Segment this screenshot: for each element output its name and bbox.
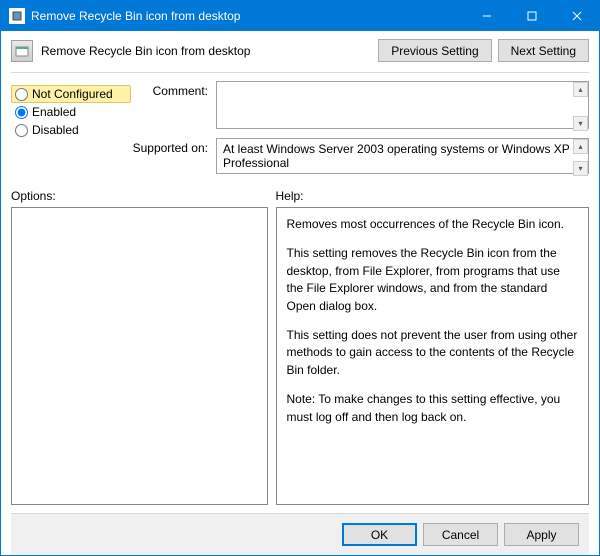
minimize-button[interactable] xyxy=(464,1,509,31)
help-paragraph: Removes most occurrences of the Recycle … xyxy=(287,216,579,233)
help-label: Help: xyxy=(276,189,590,203)
comment-textarea[interactable] xyxy=(216,81,589,129)
comment-label: Comment: xyxy=(131,81,216,98)
ok-button[interactable]: OK xyxy=(342,523,417,546)
policy-title: Remove Recycle Bin icon from desktop xyxy=(41,44,370,58)
cancel-button[interactable]: Cancel xyxy=(423,523,498,546)
previous-setting-button[interactable]: Previous Setting xyxy=(378,39,491,62)
dialog-body: Remove Recycle Bin icon from desktop Pre… xyxy=(1,31,599,555)
maximize-button[interactable] xyxy=(509,1,554,31)
supported-on-label: Supported on: xyxy=(131,138,216,155)
help-paragraph: This setting removes the Recycle Bin ico… xyxy=(287,245,579,315)
policy-icon xyxy=(11,40,33,62)
state-radio-group: Not Configured Enabled Disabled xyxy=(11,81,131,139)
scroll-up-icon[interactable]: ▴ xyxy=(573,82,588,97)
radio-disabled[interactable]: Disabled xyxy=(11,121,131,139)
app-icon xyxy=(9,8,25,24)
options-pane xyxy=(11,207,268,505)
radio-disabled-input[interactable] xyxy=(15,124,28,137)
radio-not-configured[interactable]: Not Configured xyxy=(11,85,131,103)
help-paragraph: This setting does not prevent the user f… xyxy=(287,327,579,379)
window-title: Remove Recycle Bin icon from desktop xyxy=(31,9,464,23)
close-button[interactable] xyxy=(554,1,599,31)
supported-on-textarea xyxy=(216,138,589,174)
radio-enabled[interactable]: Enabled xyxy=(11,103,131,121)
dialog-footer: OK Cancel Apply xyxy=(11,513,589,555)
scroll-down-icon[interactable]: ▾ xyxy=(573,116,588,131)
apply-button[interactable]: Apply xyxy=(504,523,579,546)
radio-enabled-input[interactable] xyxy=(15,106,28,119)
titlebar[interactable]: Remove Recycle Bin icon from desktop xyxy=(1,1,599,31)
divider xyxy=(11,72,589,73)
radio-disabled-label: Disabled xyxy=(32,123,79,137)
radio-not-configured-input[interactable] xyxy=(15,88,28,101)
help-paragraph: Note: To make changes to this setting ef… xyxy=(287,391,579,426)
scroll-down-icon[interactable]: ▾ xyxy=(573,161,588,176)
radio-not-configured-label: Not Configured xyxy=(32,87,113,101)
next-setting-button[interactable]: Next Setting xyxy=(498,39,589,62)
radio-enabled-label: Enabled xyxy=(32,105,76,119)
options-label: Options: xyxy=(11,189,268,203)
policy-editor-window: Remove Recycle Bin icon from desktop Rem… xyxy=(0,0,600,556)
help-pane[interactable]: Removes most occurrences of the Recycle … xyxy=(276,207,590,505)
scroll-up-icon[interactable]: ▴ xyxy=(573,139,588,154)
